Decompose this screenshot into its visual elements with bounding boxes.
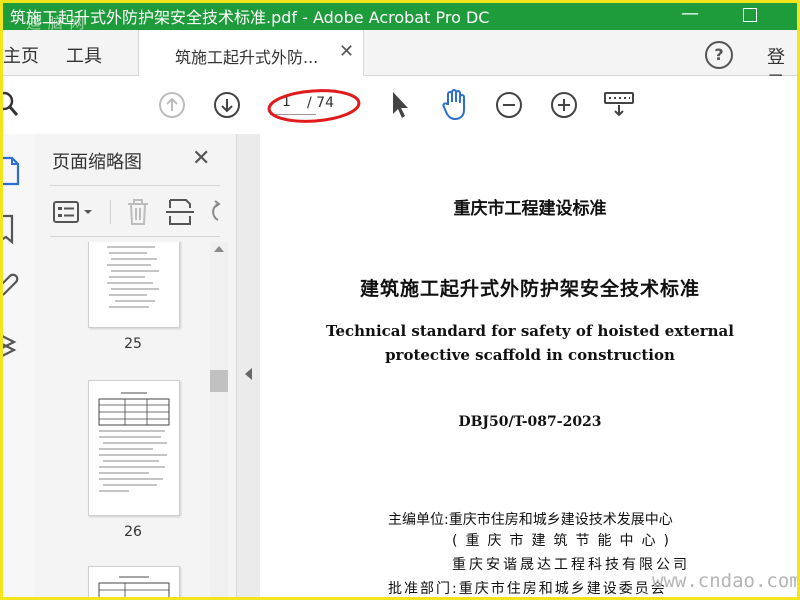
search-icon[interactable] [0, 88, 24, 120]
panel-collapse-strip[interactable] [236, 134, 261, 600]
page-preview [107, 246, 159, 308]
document-code: DBJ50/T-087-2023 [458, 414, 602, 430]
panel-toolbar [34, 192, 236, 232]
document-tab[interactable]: 筑施工起升式外防... ✕ [138, 30, 364, 76]
thumbnail-list: 25 26 [34, 242, 220, 600]
keyboard-icon[interactable] [603, 90, 635, 120]
thumbnails-panel: 页面缩略图 ✕ 25 26 [34, 134, 236, 600]
divider [110, 200, 111, 224]
panel-title: 页面缩略图 [52, 152, 142, 173]
document-view: 重庆市工程建设标准 建筑施工起升式外防护架安全技术标准 Technical st… [260, 134, 800, 600]
collapse-arrow-icon[interactable] [245, 368, 252, 380]
maximize-icon [743, 8, 757, 22]
page-thumbnail-25[interactable] [88, 242, 180, 328]
close-panel-icon[interactable]: ✕ [192, 146, 210, 171]
document-english-title-line2: protective scaffold in construction [385, 346, 675, 364]
document-tab-label: 筑施工起升式外防... [175, 48, 319, 67]
bookmark-icon[interactable] [0, 214, 18, 244]
thumbnail-label: 25 [124, 336, 142, 352]
document-org-heading: 重庆市工程建设标准 [453, 199, 607, 219]
document-title: 建筑施工起升式外防护架安全技术标准 [359, 278, 700, 300]
menu-tools[interactable]: 工具 [66, 42, 102, 68]
navigation-rail [0, 134, 35, 600]
page-thumbnail-27[interactable] [88, 566, 180, 600]
scroll-thumb[interactable] [210, 370, 228, 392]
scroll-up-arrow[interactable] [214, 246, 224, 252]
help-icon[interactable]: ? [705, 41, 733, 69]
watermark-url: www.cndao.com [652, 570, 800, 592]
page-up-icon[interactable] [158, 91, 186, 119]
minimize-button[interactable]: — [668, 0, 712, 30]
delete-page-icon[interactable] [124, 196, 152, 228]
attachment-icon[interactable] [0, 270, 20, 300]
zoom-out-icon[interactable] [495, 91, 523, 119]
close-tab-icon[interactable]: ✕ [339, 41, 354, 62]
zoom-in-icon[interactable] [550, 91, 578, 119]
page-preview [98, 392, 170, 492]
divider [50, 185, 220, 186]
document-editor-line: (重庆市建筑节能中心) [452, 533, 677, 549]
thumbnail-label: 26 [124, 524, 142, 540]
hand-tool-icon[interactable] [440, 88, 470, 122]
menu-bar: 主页 工具 筑施工起升式外防... ✕ ? 登录 [0, 30, 800, 94]
red-annotation-ellipse [267, 89, 361, 123]
document-approver-line: 批准部门:重庆市住房和城乡建设委员会 [388, 581, 667, 597]
title-bar: 筑施工起升式外防护架安全技术标准.pdf - Adobe Acrobat Pro… [0, 0, 800, 32]
select-cursor-icon[interactable] [388, 90, 412, 120]
thumbnail-options-icon[interactable] [52, 198, 96, 226]
page-thumbnail-26[interactable] [88, 380, 180, 516]
menu-home[interactable]: 主页 [3, 42, 39, 68]
insert-page-icon[interactable] [166, 196, 194, 228]
page-thumbnails-icon[interactable] [0, 154, 22, 188]
rotate-page-icon[interactable] [204, 198, 222, 226]
maximize-button[interactable] [728, 0, 772, 30]
layers-icon[interactable] [0, 330, 22, 362]
page-preview [98, 576, 170, 600]
toolbar [0, 76, 800, 135]
page-down-icon[interactable] [213, 91, 241, 119]
document-english-title-line1: Technical standard for safety of hoisted… [326, 322, 734, 340]
divider [50, 236, 220, 237]
document-editor-line: 主编单位:重庆市住房和城乡建设技术发展中心 [388, 512, 673, 528]
thumbnail-scrollbar[interactable] [210, 242, 228, 600]
